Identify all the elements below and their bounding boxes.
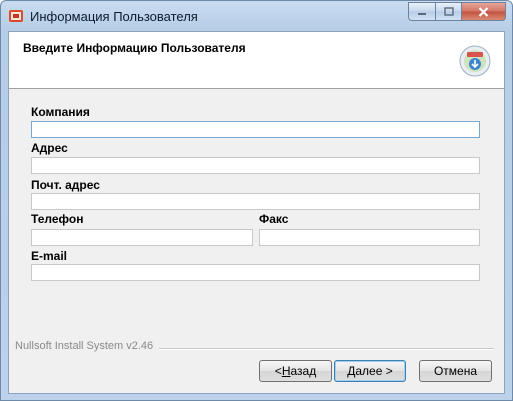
next-button[interactable]: Далее > xyxy=(334,360,406,382)
close-button[interactable] xyxy=(461,2,506,21)
email-label: E-mail xyxy=(31,249,68,263)
phone-label: Телефон xyxy=(31,212,84,226)
next-button-label: алее > xyxy=(355,364,393,378)
close-icon xyxy=(478,6,489,17)
installer-branding: Nullsoft Install System v2.46 xyxy=(15,340,154,352)
company-field[interactable] xyxy=(31,121,480,138)
back-button-label: азад xyxy=(290,364,317,378)
phone-field[interactable] xyxy=(31,229,253,246)
address-label: Адрес xyxy=(31,141,68,155)
minimize-icon xyxy=(418,12,426,15)
company-label: Компания xyxy=(31,105,90,119)
caption-buttons xyxy=(408,2,506,21)
installer-app-icon xyxy=(9,10,23,22)
minimize-button[interactable] xyxy=(408,2,435,21)
page-title: Введите Информацию Пользователя xyxy=(23,41,246,55)
back-button-mnemonic: Н xyxy=(281,364,291,378)
page-header: Введите Информацию Пользователя xyxy=(9,32,504,89)
cancel-button[interactable]: Отмена xyxy=(419,360,492,382)
fax-field[interactable] xyxy=(259,229,480,246)
postal-address-field[interactable] xyxy=(31,193,480,210)
window-title: Информация Пользователя xyxy=(30,9,198,24)
maximize-button[interactable] xyxy=(435,2,461,21)
fax-label: Факс xyxy=(259,212,289,226)
installer-cd-icon xyxy=(459,45,491,77)
back-button[interactable]: < Назад xyxy=(259,360,332,382)
back-button-prefix: < xyxy=(274,364,282,378)
next-button-mnemonic: Д xyxy=(347,364,356,378)
dialog-client-area: Введите Информацию Пользователя Компания… xyxy=(8,31,505,394)
branding-divider xyxy=(159,348,494,350)
title-bar[interactable]: Информация Пользователя xyxy=(1,1,512,31)
address-field[interactable] xyxy=(31,157,480,174)
installer-window: Информация Пользователя Введите Информац… xyxy=(0,0,513,401)
maximize-icon xyxy=(443,7,454,16)
postal-address-label: Почт. адрес xyxy=(31,178,100,192)
email-field[interactable] xyxy=(31,264,480,281)
